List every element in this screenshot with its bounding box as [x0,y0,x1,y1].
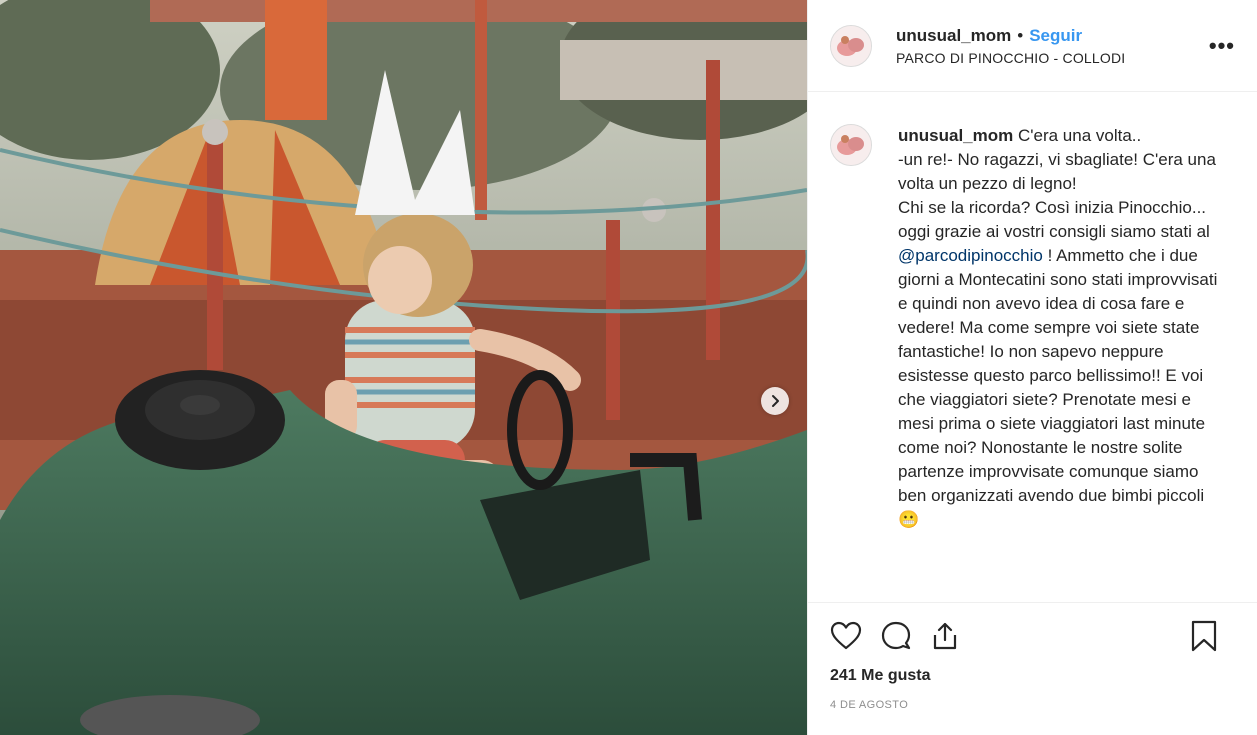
follow-button[interactable]: Seguir [1029,26,1082,46]
chevron-right-icon [772,395,779,407]
caption-text-part2: ! Ammetto che i due giorni a Montecatini… [898,246,1223,505]
carousel-next-button[interactable] [761,387,789,415]
likes-count[interactable]: 241 Me gusta [808,667,1257,685]
post-caption: unusual_mom C'era una volta.. -un re!- N… [898,124,1228,602]
photo-illustration [0,0,807,735]
caption-avatar[interactable] [830,124,872,166]
user-line: unusual_mom • Seguir [896,26,1209,46]
save-button[interactable] [1191,620,1217,652]
caption-username-link[interactable]: unusual_mom [898,126,1013,145]
mention-link[interactable]: @parcodipinocchio [898,246,1043,265]
location-link[interactable]: PARCO DI PINOCCHIO - COLLODI [896,50,1209,66]
action-bar [808,603,1257,669]
username-link[interactable]: unusual_mom [896,26,1011,46]
share-icon [933,622,957,650]
bookmark-icon [1191,620,1217,652]
post-header: unusual_mom • Seguir PARCO DI PINOCCHIO … [808,0,1257,92]
post-date[interactable]: 4 DE AGOSTO [808,699,1257,711]
comments-area: unusual_mom C'era una volta.. -un re!- N… [808,92,1257,603]
instagram-post: unusual_mom • Seguir PARCO DI PINOCCHIO … [0,0,1257,735]
comment-icon [881,621,911,650]
avatar-image [831,25,871,66]
separator-dot: • [1017,25,1024,45]
like-button[interactable] [830,621,862,651]
header-text: unusual_mom • Seguir PARCO DI PINOCCHIO … [896,26,1209,66]
more-options-icon[interactable]: ••• [1209,33,1235,59]
share-button[interactable] [930,621,960,651]
grimace-emoji: 😬 [898,510,920,529]
comment-button[interactable] [880,621,912,651]
heart-icon [830,621,862,650]
post-sidebar: unusual_mom • Seguir PARCO DI PINOCCHIO … [807,0,1257,735]
avatar[interactable] [830,24,872,67]
post-photo[interactable] [0,0,807,735]
avatar-image [831,125,871,165]
